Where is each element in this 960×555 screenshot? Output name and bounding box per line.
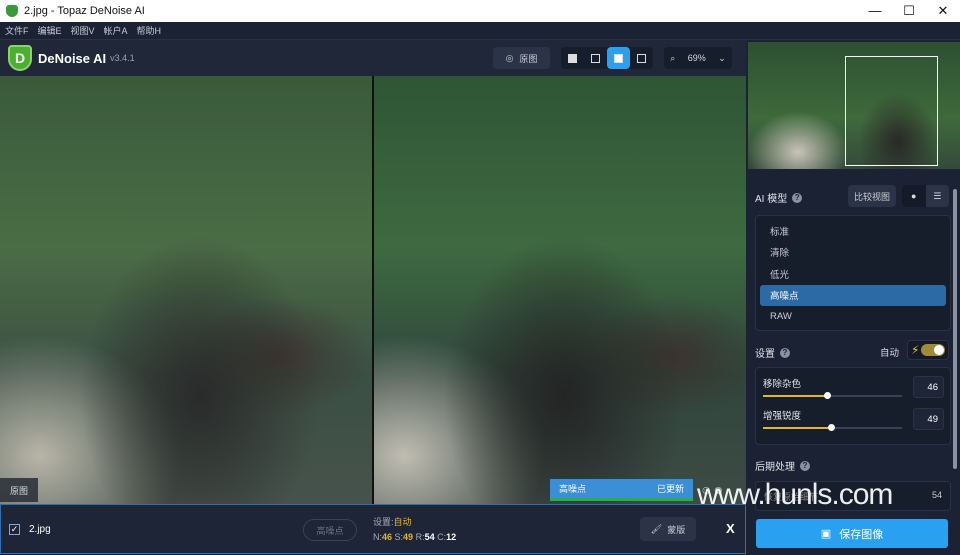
navigator-viewport[interactable] — [845, 56, 938, 166]
post-processing-label: 后期处理 — [755, 462, 795, 473]
remove-noise-value[interactable]: 46 — [913, 376, 944, 398]
auto-label: 自动 — [880, 348, 900, 359]
app-version: v3.4.1 — [110, 53, 135, 63]
settings-label: 设置 — [755, 349, 775, 360]
ai-model-header: AI 模型? — [755, 190, 803, 205]
watermark: www.hunls.com — [697, 478, 893, 511]
original-label: 原图 — [0, 478, 38, 502]
file-bar: ✓ 2.jpg 高噪点 设置:自动 N:46 S:49 R:54 C:12 🖌 蒙… — [0, 504, 746, 554]
settings-header: 设置? — [755, 345, 790, 360]
processing-status: 高噪点 已更新 — [550, 479, 693, 501]
model-view-toggle: ● ☰ — [902, 185, 949, 207]
lightning-icon: ⚡ — [911, 343, 920, 357]
file-checkbox[interactable]: ✓ — [9, 523, 20, 535]
zoom-level: 69% — [687, 53, 706, 63]
remove-file-button[interactable]: X — [726, 521, 735, 536]
menu-bar: 文件F 编辑E 视图V 帐户A 帮助H — [0, 22, 960, 40]
settings-summary: 设置:自动 N:46 S:49 R:54 C:12 — [373, 515, 456, 542]
app-header: D DeNoise AI v3.4.1 ◎ 原图 ⌕ 69% ⌄ — [0, 40, 746, 76]
processed-preview[interactable] — [374, 76, 746, 504]
window-title: 2.jpg - Topaz DeNoise AI — [24, 5, 145, 17]
title-bar: 2.jpg - Topaz DeNoise AI — ☐ ✕ — [0, 0, 960, 22]
menu-help[interactable]: 帮助H — [137, 24, 162, 37]
menu-edit[interactable]: 编辑E — [38, 24, 62, 37]
toggle-switch — [921, 344, 946, 356]
menu-account[interactable]: 帐户A — [104, 24, 128, 37]
model-severe-noise[interactable]: 高噪点 — [760, 284, 946, 306]
view-mode-group — [561, 47, 653, 69]
s-value: 49 — [403, 532, 414, 542]
recover-detail-value[interactable]: 54 — [932, 490, 942, 500]
list-icon[interactable]: ☰ — [926, 185, 950, 207]
model-low-light[interactable]: 低光 — [760, 263, 946, 285]
mask-label: 蒙版 — [667, 524, 686, 535]
r-value: 54 — [424, 532, 435, 542]
app-icon — [6, 5, 18, 17]
post-processing-header: 后期处理? — [755, 458, 810, 473]
compare-view-button[interactable]: 比较视图 — [848, 185, 896, 207]
file-name: 2.jpg — [29, 523, 51, 535]
pin-icon[interactable]: ● — [902, 185, 926, 207]
save-icon: ▣ — [820, 528, 832, 540]
save-image-button[interactable]: ▣ 保存图像 — [756, 519, 948, 548]
c-value: 12 — [446, 532, 457, 542]
remove-noise-slider[interactable] — [763, 392, 902, 399]
sharpen-label: 增强锐度 — [763, 411, 802, 422]
eye-off-icon: ◎ — [505, 52, 514, 63]
maximize-button[interactable]: ☐ — [892, 3, 926, 19]
chevron-down-icon: ⌄ — [718, 52, 726, 63]
quad-view-icon — [637, 53, 646, 63]
app-name: DeNoise AI — [38, 50, 107, 66]
model-pill: 高噪点 — [303, 519, 357, 541]
side-by-side-view-button[interactable] — [607, 47, 630, 69]
side-by-side-icon — [614, 53, 623, 63]
denoise-logo: D — [8, 45, 32, 71]
split-view-button[interactable] — [584, 47, 607, 69]
navigator-thumbnail[interactable] — [748, 42, 960, 169]
show-original-label: 原图 — [519, 53, 538, 64]
model-list: 标准 清除 低光 高噪点 RAW — [755, 215, 951, 331]
n-label: N: — [373, 532, 382, 542]
settings-value: 自动 — [393, 517, 412, 527]
remove-noise-label: 移除杂色 — [763, 379, 802, 390]
status-model: 高噪点 — [559, 484, 587, 494]
n-value: 46 — [382, 532, 393, 542]
model-clear[interactable]: 清除 — [760, 242, 946, 264]
zoom-control[interactable]: ⌕ 69% ⌄ — [664, 47, 732, 69]
menu-file[interactable]: 文件F — [5, 24, 29, 37]
sharpen-value[interactable]: 49 — [913, 408, 944, 430]
model-standard[interactable]: 标准 — [760, 220, 946, 242]
status-text: 已更新 — [656, 484, 684, 494]
menu-view[interactable]: 视图V — [71, 24, 95, 37]
settings-label: 设置: — [373, 517, 394, 527]
save-image-label: 保存图像 — [839, 528, 884, 541]
brush-icon: 🖌 — [650, 523, 663, 534]
model-raw[interactable]: RAW — [760, 306, 946, 328]
help-icon[interactable]: ? — [792, 192, 803, 203]
help-icon[interactable]: ? — [800, 460, 810, 471]
zoom-icon: ⌕ — [670, 52, 676, 63]
single-view-button[interactable] — [561, 47, 584, 69]
split-view-icon — [591, 53, 600, 63]
auto-toggle[interactable]: ⚡ — [907, 340, 949, 360]
ai-model-label: AI 模型 — [755, 194, 788, 205]
panel-scrollbar[interactable] — [953, 189, 957, 469]
s-label: S: — [394, 532, 404, 542]
mask-button[interactable]: 🖌 蒙版 — [640, 517, 696, 541]
single-view-icon — [568, 53, 577, 63]
quad-view-button[interactable] — [630, 47, 653, 69]
minimize-button[interactable]: — — [858, 3, 892, 19]
slider-group: 移除杂色 46 增强锐度 49 — [755, 367, 951, 445]
c-label: C: — [437, 532, 447, 542]
help-icon[interactable]: ? — [780, 347, 790, 358]
r-label: R: — [415, 532, 425, 542]
sharpen-slider[interactable] — [763, 424, 902, 431]
show-original-button[interactable]: ◎ 原图 — [493, 47, 550, 69]
original-preview[interactable] — [0, 76, 372, 504]
close-window-button[interactable]: ✕ — [926, 3, 960, 19]
